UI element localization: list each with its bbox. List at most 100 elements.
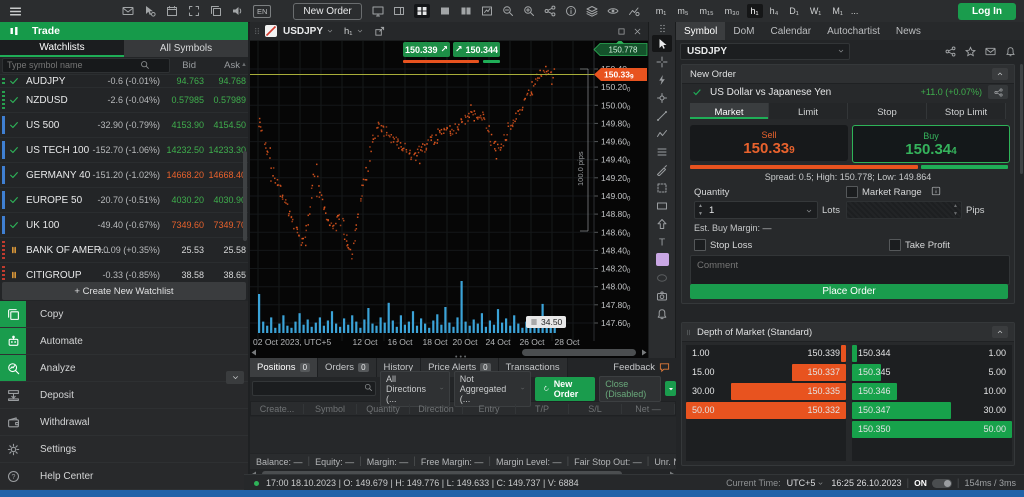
watchlist-row[interactable]: BANK OF AMER...+0.09 (+0.35%)25.5325.58 (0, 238, 248, 263)
timeframe-m₁[interactable]: m₁ (652, 4, 671, 18)
timeframe-m₅[interactable]: m₅ (673, 4, 692, 18)
hamburger-menu-icon[interactable] (9, 5, 22, 18)
tab-autochartist[interactable]: Autochartist (819, 22, 888, 40)
timezone-selector[interactable]: UTC+5 (787, 478, 816, 488)
cursor-settings-icon[interactable] (144, 5, 156, 17)
sell-button[interactable]: Sell 150.339 (690, 125, 848, 161)
close-positions-button[interactable]: Close (Disabled) (599, 376, 661, 402)
aggregation-filter-dropdown[interactable]: Not Aggregated (... (454, 371, 531, 407)
tab-symbol[interactable]: Symbol (676, 22, 725, 40)
tab-watchlists[interactable]: Watchlists (0, 40, 124, 57)
order-type-stop[interactable]: Stop (848, 103, 927, 119)
chart-sell-button[interactable]: 150.339↗ (403, 42, 450, 57)
chart-drag-handle-icon[interactable] (253, 25, 261, 37)
chart-symbol-label[interactable]: USDJPY (283, 26, 323, 37)
crosshair-tool-icon[interactable] (652, 53, 672, 70)
eye-icon[interactable] (607, 4, 619, 18)
chart-timeframe-label[interactable]: h₁ (344, 26, 353, 37)
sidebar-item-copy[interactable]: Copy (0, 301, 248, 328)
market-range-checkbox[interactable] (846, 186, 858, 198)
place-order-button[interactable]: Place Order (690, 284, 1008, 299)
timeframe-h₁[interactable]: h₁ (747, 4, 763, 18)
column-header-3[interactable]: Direction (410, 404, 463, 414)
sidebar-item-deposit[interactable]: Deposit (0, 382, 248, 409)
sidebar-item-automate[interactable]: Automate (0, 328, 248, 355)
maximize-chart-icon[interactable] (617, 27, 626, 36)
price-chart[interactable]: 150.400150.200150.000149.800149.600149.4… (250, 41, 648, 359)
price-alert-bell-icon[interactable] (1005, 46, 1016, 57)
polyline-tool-icon[interactable] (652, 125, 672, 142)
sidebar-item-analyze[interactable]: Analyze (0, 355, 248, 382)
timeframe-m₃₀[interactable]: m₃₀ (721, 4, 744, 18)
calendar-icon[interactable] (166, 5, 178, 17)
close-chart-icon[interactable] (633, 27, 642, 36)
buy-button[interactable]: Buy 150.344 (852, 125, 1010, 163)
sidebar-item-withdrawal[interactable]: Withdrawal (0, 409, 248, 436)
search-icon[interactable] (140, 60, 150, 70)
dom-drag-handle-icon[interactable] (685, 327, 692, 338)
new-order-card-header[interactable]: New Order (682, 65, 1014, 84)
stop-loss-checkbox[interactable] (694, 239, 706, 251)
watchlist-row[interactable]: UK 100-49.40 (-0.67%)7349.607349.70 (0, 213, 248, 238)
link-charts-icon[interactable] (945, 46, 956, 57)
more-timeframes-button[interactable]: ... (847, 4, 863, 18)
tab-dom[interactable]: DoM (725, 22, 762, 40)
trade-section-header[interactable]: Trade (0, 22, 248, 40)
toolbar-drag-handle-icon[interactable] (658, 24, 667, 33)
tab-calendar[interactable]: Calendar (762, 22, 819, 40)
panel-resize-handle[interactable]: ••• (455, 354, 468, 361)
instrument-network-icon[interactable] (988, 85, 1008, 99)
dom-bid-row[interactable]: 30.00150.335 (686, 383, 846, 400)
sidebar-item-help-center[interactable]: ?Help Center (0, 463, 248, 490)
column-header-7[interactable]: Net — (622, 404, 675, 414)
dom-ask-row[interactable]: 150.3455.00 (852, 364, 1012, 381)
column-header-2[interactable]: Quantity (357, 404, 410, 414)
new-order-button[interactable]: New Order (293, 3, 361, 20)
collapse-dom-icon[interactable] (992, 326, 1008, 338)
dom-bid-row[interactable]: 15.00150.337 (686, 364, 846, 381)
fullscreen-icon[interactable] (188, 5, 200, 17)
timeframe-W₁[interactable]: W₁ (806, 4, 826, 18)
panel-layout-icon[interactable] (393, 4, 405, 18)
sidebar-item-settings[interactable]: Settings (0, 436, 248, 463)
direction-filter-dropdown[interactable]: All Directions (... (380, 371, 450, 407)
link-nodes-icon[interactable] (544, 4, 556, 18)
quantity-stepper[interactable]: ▲▼ 1 (694, 201, 818, 219)
dom-ask-row[interactable]: 150.34610.00 (852, 383, 1012, 400)
dom-card-header[interactable]: Depth of Market (Standard) (682, 323, 1014, 342)
feedback-icon[interactable] (659, 362, 670, 373)
watchlist-row[interactable]: US TECH 100-152.70 (-1.06%)14232.5014233… (0, 138, 248, 163)
rectangle-tool-icon[interactable] (652, 197, 672, 214)
order-type-stop-limit[interactable]: Stop Limit (927, 103, 1006, 119)
dom-bid-row[interactable]: 50.00150.332 (686, 402, 846, 419)
column-header-0[interactable]: Create... (251, 404, 304, 414)
menu-collapse-button[interactable] (226, 371, 244, 384)
info-icon[interactable] (565, 4, 577, 18)
pointer-tool-icon[interactable] (652, 35, 672, 52)
watchlist-row[interactable]: US 500-32.90 (-0.79%)4153.904154.50 (0, 113, 248, 138)
select-area-tool-icon[interactable] (652, 179, 672, 196)
chart-settings-icon[interactable] (628, 4, 640, 18)
dom-ask-row[interactable]: 150.35050.00 (852, 421, 1012, 438)
watchlist-row[interactable]: AUDJPY-0.6 (-0.01%)94.76394.768 (0, 75, 248, 88)
swatch-tool-icon[interactable] (652, 251, 672, 268)
order-type-limit[interactable]: Limit (769, 103, 848, 119)
symbol-selector-dropdown[interactable]: USDJPY (680, 43, 850, 60)
column-header-4[interactable]: Entry (463, 404, 516, 414)
timeframe-m₁₅[interactable]: m₁₅ (695, 4, 717, 18)
column-header-1[interactable]: Symbol (304, 404, 357, 414)
layers-icon[interactable] (586, 4, 598, 18)
column-header-5[interactable]: T/P (516, 404, 569, 414)
positions-search-input[interactable] (252, 381, 376, 396)
trend-line-tool-icon[interactable] (652, 107, 672, 124)
chart-symbol-dropdown-icon[interactable] (326, 27, 334, 35)
tab-orders[interactable]: Orders0 (318, 358, 377, 377)
chart-edit-icon[interactable] (481, 4, 493, 18)
column-header-6[interactable]: S/L (569, 404, 622, 414)
envelope-icon[interactable] (122, 5, 134, 17)
ellipse-tool-icon[interactable] (652, 269, 672, 286)
chart-buy-button[interactable]: ↗150.344 (453, 42, 500, 57)
color-swatch-icon[interactable] (656, 253, 669, 266)
brush-tool-icon[interactable] (652, 161, 672, 178)
zoom-in-icon[interactable] (523, 4, 535, 18)
